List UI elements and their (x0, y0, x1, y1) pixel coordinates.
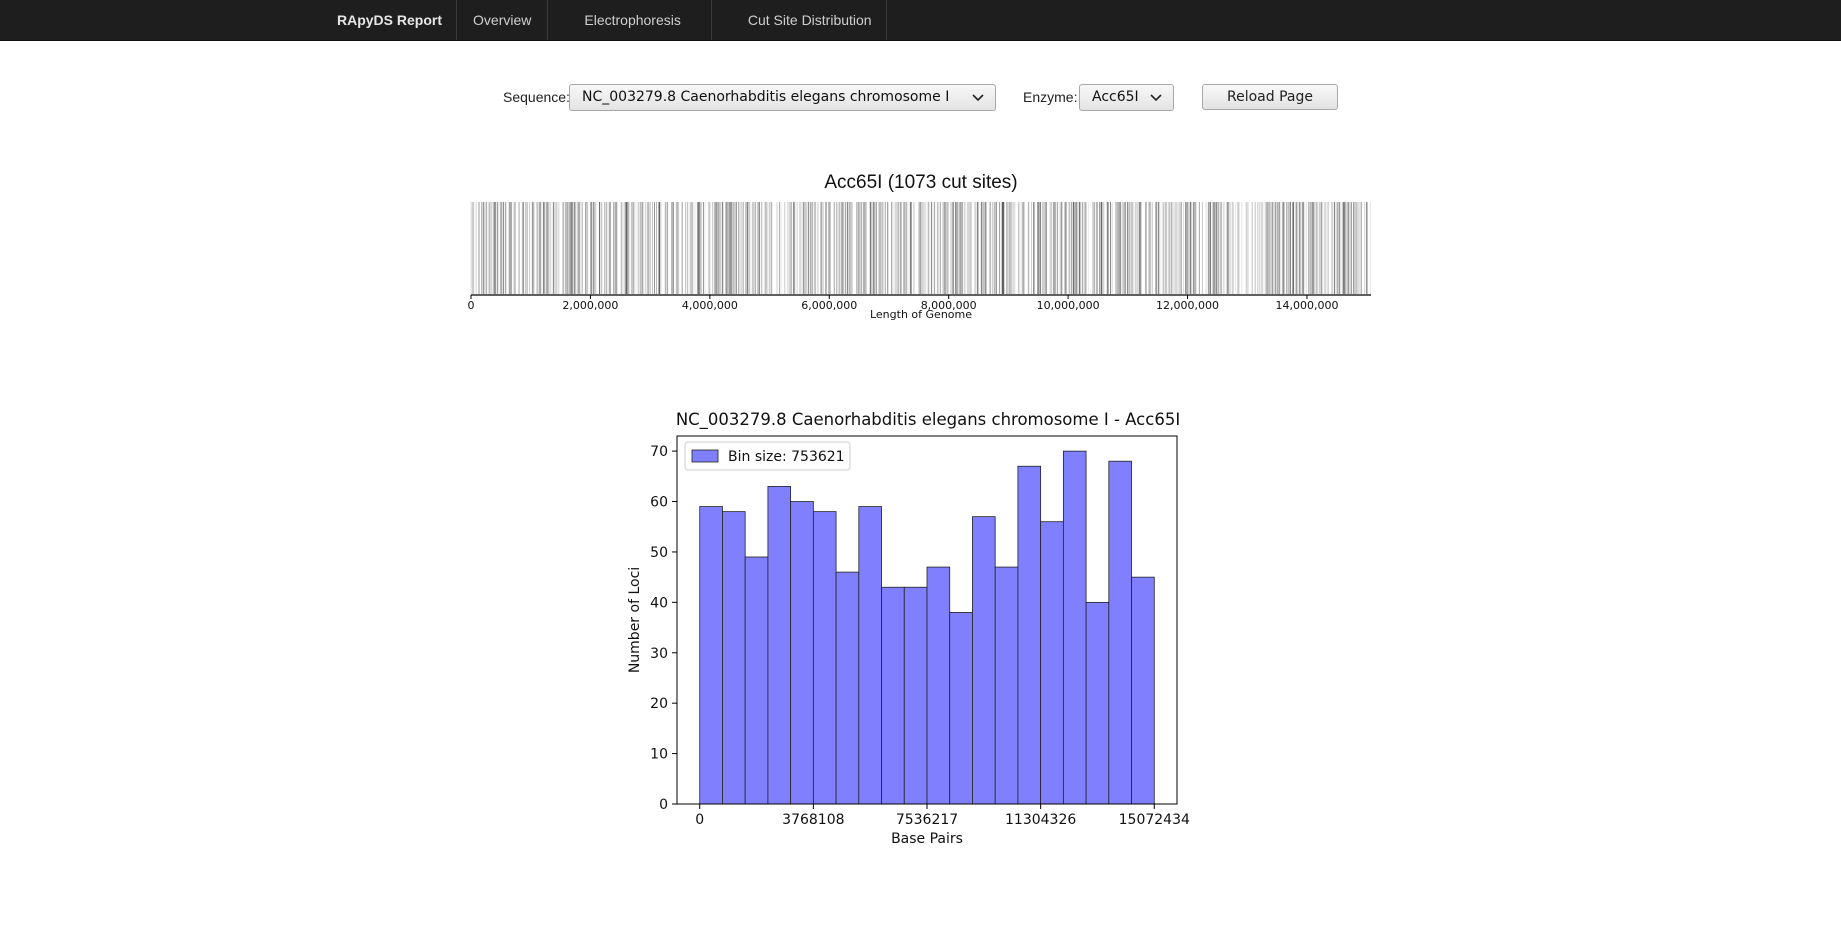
histogram-bar (994, 566, 1019, 805)
histogram-bar (767, 486, 792, 805)
chevron-down-icon (1149, 85, 1163, 110)
cut-site-x-tick-label: 14,000,000 (1275, 299, 1338, 312)
cut-site-chart-title: Acc65I (1073 cut sites) (824, 172, 1018, 193)
enzyme-select-value: Acc65I (1092, 89, 1139, 105)
navbar: RApyDS Report Overview Electrophoresis C… (0, 0, 1841, 41)
cut-site-lines (470, 202, 1371, 294)
nav-link-electrophoresis[interactable]: Electrophoresis (548, 0, 712, 40)
nav-link-overview[interactable]: Overview (457, 0, 549, 40)
cut-site-x-tick-label: 6,000,000 (801, 299, 857, 312)
cut-site-x-tick-label: 10,000,000 (1037, 299, 1100, 312)
histogram-bar (722, 511, 746, 805)
histogram-bar (1085, 601, 1110, 805)
histogram-bar (858, 506, 882, 805)
nav-link-cut-site-distribution[interactable]: Cut Site Distribution (712, 0, 887, 40)
cut-site-x-tick-label: 0 (468, 299, 475, 312)
histogram-y-tick-label: 20 (650, 696, 668, 712)
sequence-label: Sequence: (503, 89, 570, 105)
histogram-legend: Bin size: 753621 (684, 441, 851, 471)
cut-site-x-tick-label: 2,000,000 (562, 299, 618, 312)
brand[interactable]: RApyDS Report (330, 0, 458, 40)
histogram-bar (744, 556, 769, 805)
histogram-bar (1108, 460, 1132, 805)
sequence-select-value: NC_003279.8 Caenorhabditis elegans chrom… (582, 89, 950, 105)
histogram-bar (949, 612, 973, 805)
histogram-legend-label: Bin size: 753621 (728, 449, 845, 465)
histogram-legend-swatch (691, 449, 719, 463)
histogram-bar (926, 566, 951, 805)
histogram-x-axis-label: Base Pairs (891, 831, 963, 847)
histogram-y-tick-label: 10 (650, 747, 668, 763)
histogram-x-tick-label: 0 (695, 812, 704, 828)
histogram-bar (881, 586, 905, 805)
histogram-bars (699, 450, 1155, 805)
histogram-y-tick-label: 70 (650, 444, 668, 460)
histogram-bar (903, 586, 928, 805)
histogram-title: NC_003279.8 Caenorhabditis elegans chrom… (675, 410, 1181, 429)
histogram-x-tick-label: 7536217 (896, 812, 958, 828)
histogram-bar (1131, 576, 1155, 805)
histogram-x-tick-label: 3768108 (782, 812, 844, 828)
enzyme-select[interactable]: Acc65I (1079, 84, 1174, 111)
histogram-chart: 0 10 20 30 40 50 60 70 0 3768108 7536217 11304326 15… (627, 435, 1190, 847)
histogram-bar (835, 571, 860, 805)
histogram-bar (812, 511, 837, 805)
chevron-down-icon (971, 85, 985, 110)
histogram-y-tick-label: 40 (650, 595, 668, 611)
histogram-y-tick-label: 0 (659, 797, 668, 813)
cut-site-x-tick-label: 12,000,000 (1156, 299, 1219, 312)
cut-site-x-tick-label: 4,000,000 (682, 299, 738, 312)
histogram-y-axis-label: Number of Loci (627, 567, 643, 673)
histogram-bar (1040, 521, 1064, 805)
cut-site-chart: 0 2,000,000 4,000,000 6,000,000 8,000,000 10,… (468, 202, 1371, 321)
nav-inner: RApyDS Report Overview Electrophoresis C… (330, 0, 887, 40)
cut-site-x-axis-label: Length of Genome (870, 308, 972, 321)
histogram-bar (790, 501, 814, 805)
histogram-y-tick-label: 50 (650, 545, 668, 561)
histogram-x-tick-label: 11304326 (1005, 812, 1076, 828)
histogram-bar (699, 506, 723, 805)
enzyme-label: Enzyme: (1023, 89, 1078, 105)
reload-page-button[interactable]: Reload Page (1202, 84, 1338, 110)
histogram-bar (1062, 450, 1087, 805)
histogram-y-tick-label: 30 (650, 646, 668, 662)
histogram-bar (1017, 465, 1042, 805)
histogram-y-tick-label: 60 (650, 495, 668, 511)
histogram-x-tick-label: 15072434 (1119, 812, 1190, 828)
sequence-select[interactable]: NC_003279.8 Caenorhabditis elegans chrom… (569, 84, 996, 111)
histogram-bar (972, 516, 996, 805)
